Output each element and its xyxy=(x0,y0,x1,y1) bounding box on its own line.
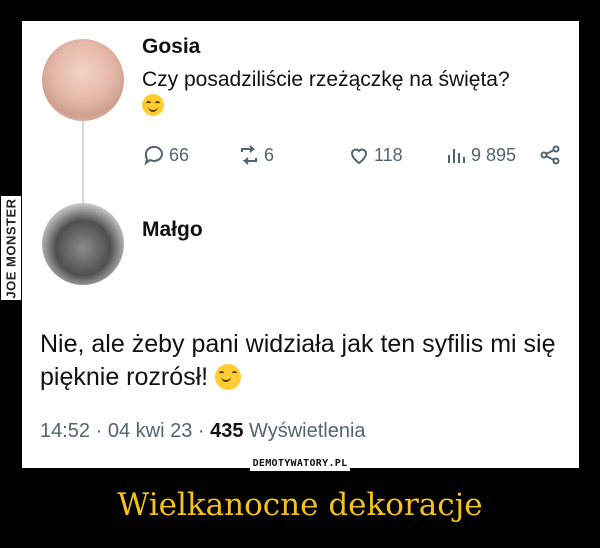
repost-count: 6 xyxy=(264,144,275,165)
views-count: 9 895 xyxy=(471,144,517,165)
smile-emoji xyxy=(142,94,164,116)
reply-views-label: Wyświetlenia xyxy=(243,420,366,442)
reply-text: Nie, ale żeby pani widziała jak ten syfi… xyxy=(40,328,565,394)
author-name[interactable]: Gosia xyxy=(142,35,200,59)
author-name[interactable]: Małgo xyxy=(142,218,203,242)
watermark-side: JOE MONSTER xyxy=(1,196,21,300)
avatar[interactable] xyxy=(42,203,124,285)
site-badge: DEMOTYWATORY.PL xyxy=(250,455,350,471)
tweet-text: Czy posadziliście rzeżączkę na święta? xyxy=(142,67,562,119)
tweet-text-body: Czy posadziliście rzeżączkę na święta? xyxy=(142,68,510,91)
tweet-actions: 66 6 118 9 895 xyxy=(142,143,562,171)
share-button[interactable] xyxy=(538,143,565,167)
views-button[interactable]: 9 895 xyxy=(444,143,516,167)
like-icon xyxy=(350,148,368,165)
caption: Wielkanocne dekoracje xyxy=(117,487,483,523)
share-icon xyxy=(540,145,560,165)
like-count: 118 xyxy=(374,144,403,165)
reply-button[interactable]: 66 xyxy=(142,143,189,167)
like-button[interactable]: 118 xyxy=(347,143,403,167)
thread-line xyxy=(82,119,84,211)
watermark-side-text: JOE MONSTER xyxy=(3,197,19,299)
hug-emoji xyxy=(215,364,242,390)
avatar[interactable] xyxy=(42,39,124,121)
reply-count: 66 xyxy=(169,144,190,165)
post-frame: Gosia Czy posadziliście rzeżączkę na świ… xyxy=(22,21,579,468)
reply-views-count: 435 xyxy=(210,420,244,442)
reply-icon xyxy=(144,145,163,166)
reply-text-body: Nie, ale żeby pani widziała jak ten syfi… xyxy=(40,330,556,391)
views-icon xyxy=(448,149,465,163)
reply-meta: 14:52 · 04 kwi 23 · 435 Wyświetlenia xyxy=(40,420,366,443)
repost-button[interactable]: 6 xyxy=(237,143,274,167)
repost-icon xyxy=(241,145,257,165)
reply-timestamp[interactable]: 14:52 · 04 kwi 23 · xyxy=(40,420,210,442)
